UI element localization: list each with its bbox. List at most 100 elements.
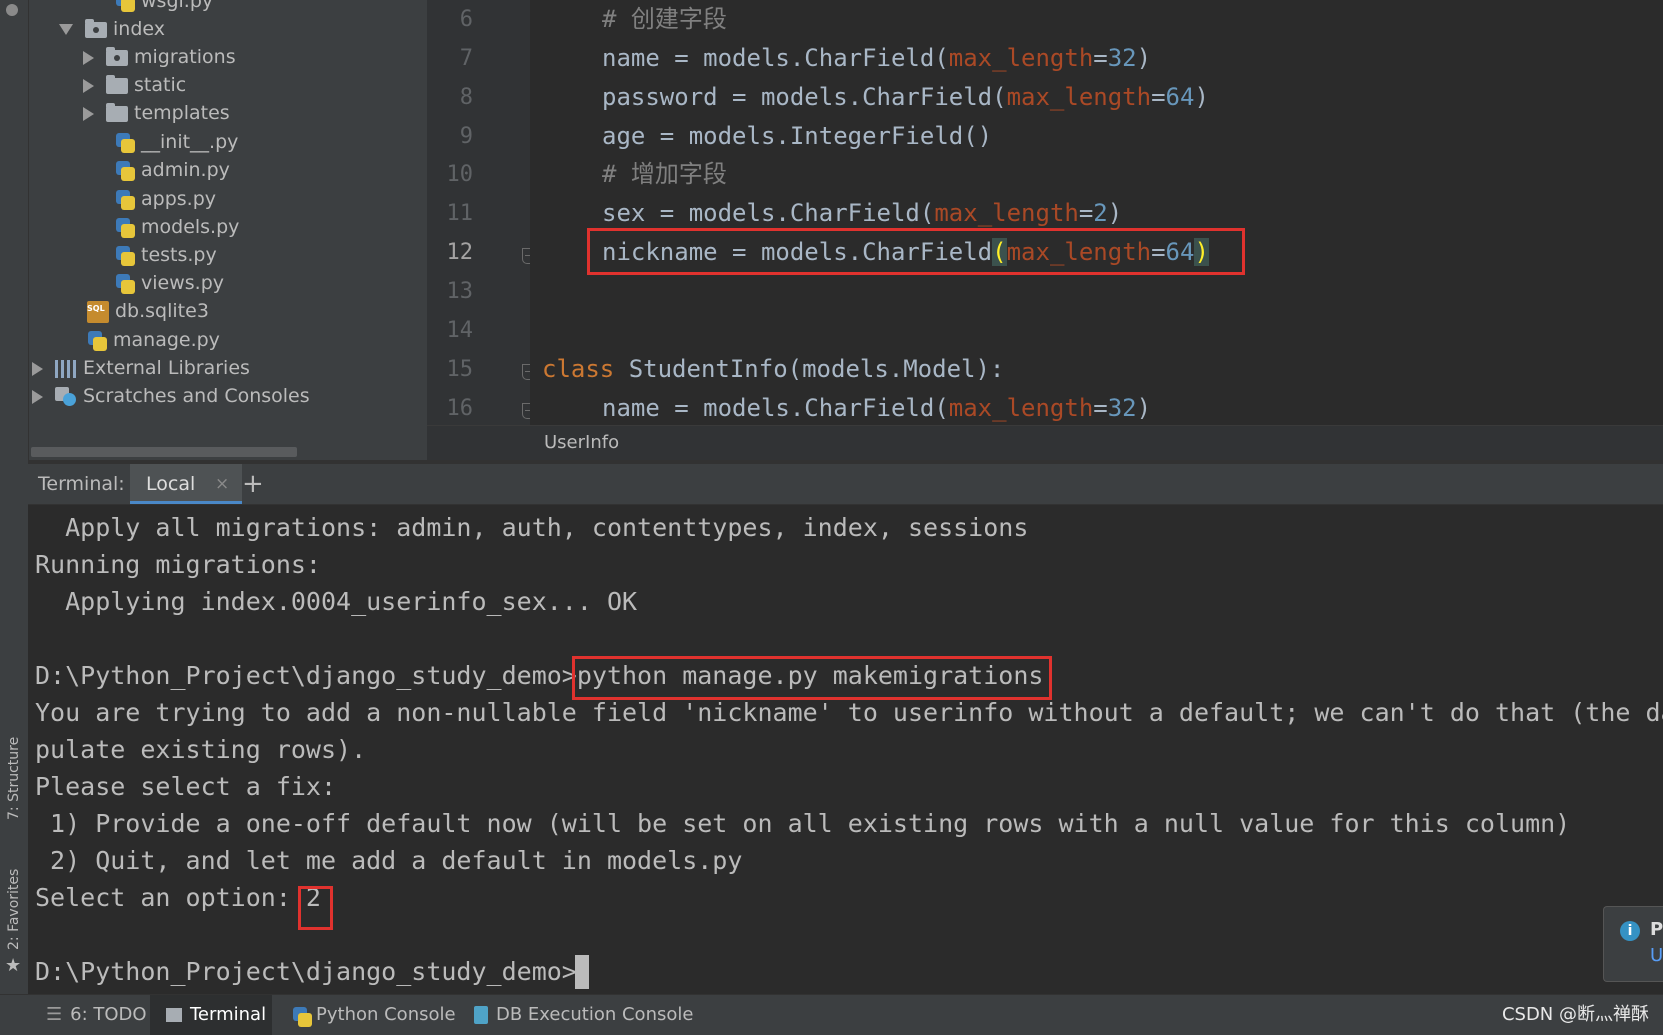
terminal-line: Running migrations:	[35, 550, 321, 579]
python-file-icon	[115, 245, 135, 267]
favorites-tab-label: 2: Favorites	[6, 868, 22, 950]
terminal-prompt-line: D:\Python_Project\django_study_demo>	[35, 957, 577, 986]
line-number: 15	[446, 357, 474, 382]
line-number: 13	[446, 279, 474, 304]
code-line-9[interactable]: age = models.IntegerField()	[602, 117, 992, 156]
db-execution-console-button[interactable]: DB Execution Console	[474, 995, 693, 1035]
favorites-tool-tab[interactable]: 2: Favorites ★	[2, 855, 26, 985]
tree-item-migrations[interactable]: migrations	[83, 42, 236, 72]
terminal-line: Apply all migrations: admin, auth, conte…	[35, 513, 1029, 542]
tree-item-admin[interactable]: admin.py	[115, 155, 230, 185]
terminal-line: Applying index.0004_userinfo_sex... OK	[35, 587, 638, 616]
terminal-line: 2) Quit, and let me add a default in mod…	[35, 846, 743, 875]
chevron-right-icon[interactable]	[83, 50, 94, 65]
terminal-line: 1) Provide a one-off default now (will b…	[35, 809, 1571, 838]
code-line-7[interactable]: name = models.CharField(max_length=32)	[602, 39, 1151, 78]
left-tool-strip: 7: Structure 2: Favorites ★	[0, 0, 29, 994]
scratches-icon	[55, 386, 77, 407]
line-number-current: 12	[446, 240, 474, 265]
notification-title: P	[1650, 919, 1663, 940]
chevron-right-icon[interactable]	[32, 389, 43, 404]
folder-icon	[106, 102, 128, 122]
python-file-icon	[87, 330, 107, 352]
tree-item-apps[interactable]: apps.py	[115, 184, 216, 214]
terminal-line: Please select a fix:	[35, 772, 337, 801]
todo-tool-button[interactable]: ☰ 6: TODO	[46, 995, 147, 1035]
list-icon: ☰	[46, 1004, 63, 1025]
code-line-6[interactable]: # 创建字段	[602, 0, 727, 39]
line-number: 6	[459, 7, 473, 32]
line-number: 16	[446, 396, 474, 421]
breadcrumb[interactable]: UserInfo	[544, 426, 619, 460]
watermark: CSDN @断灬禅酥	[1501, 1004, 1649, 1025]
line-number: 10	[446, 162, 474, 187]
project-tree-panel: wsgi.py index migrations static template…	[29, 0, 427, 460]
line-number: 11	[446, 201, 474, 226]
terminal-label: Terminal:	[38, 473, 125, 495]
notification-popup[interactable]: i P U	[1603, 906, 1663, 982]
package-folder-icon	[106, 46, 128, 66]
python-file-icon	[115, 189, 135, 211]
line-number: 8	[459, 85, 473, 110]
highlight-box-option	[298, 886, 333, 930]
library-icon	[55, 359, 77, 378]
tree-item-index[interactable]: index	[59, 14, 165, 44]
structure-tab-label: 7: Structure	[6, 736, 22, 820]
python-console-tool-button[interactable]: Python Console	[292, 995, 456, 1035]
bottom-tool-bar: ☰ 6: TODO Terminal Python Console DB Exec…	[0, 994, 1663, 1035]
line-number: 9	[459, 124, 473, 149]
python-file-icon	[115, 132, 135, 154]
terminal-line: pulate existing rows).	[35, 735, 367, 764]
terminal-cursor	[575, 955, 589, 989]
highlight-box-nickname-line	[587, 228, 1245, 275]
close-icon[interactable]: ×	[215, 464, 229, 504]
terminal-output[interactable]: Apply all migrations: admin, auth, conte…	[28, 505, 1663, 994]
tree-item-models[interactable]: models.py	[115, 212, 239, 242]
tree-item-external-libraries[interactable]: External Libraries	[32, 353, 250, 383]
tab-local[interactable]: Local ×	[130, 464, 242, 504]
code-line-16[interactable]: name = models.CharField(max_length=32)	[602, 389, 1151, 425]
database-icon	[474, 1006, 488, 1024]
structure-tool-tab[interactable]: 7: Structure	[2, 700, 26, 840]
chevron-down-icon[interactable]	[59, 24, 73, 35]
chevron-right-icon[interactable]	[83, 106, 94, 121]
code-editor[interactable]: # 创建字段 name = models.CharField(max_lengt…	[530, 0, 1663, 425]
python-file-icon	[115, 273, 135, 295]
python-file-icon	[115, 0, 135, 13]
python-icon	[292, 1006, 312, 1027]
terminal-line: Select an option: 2	[35, 883, 321, 912]
tree-item-init[interactable]: __init__.py	[115, 127, 238, 157]
chevron-right-icon[interactable]	[32, 361, 43, 376]
highlight-box-makemigrations	[572, 656, 1052, 700]
terminal-tool-button[interactable]: Terminal	[150, 995, 272, 1035]
line-number: 14	[446, 318, 474, 343]
tree-item-views[interactable]: views.py	[115, 268, 224, 298]
add-tab-icon[interactable]: +	[242, 464, 264, 504]
chevron-right-icon[interactable]	[83, 78, 94, 93]
star-icon: ★	[5, 955, 22, 976]
editor-gutter: 6 7 8 9 10 11 12 13 14 15 16	[427, 0, 530, 425]
terminal-icon	[166, 1008, 182, 1022]
tree-item-tests[interactable]: tests.py	[115, 240, 217, 270]
database-file-icon	[87, 294, 109, 324]
package-folder-icon	[85, 18, 107, 38]
tree-item-static[interactable]: static	[83, 70, 186, 100]
terminal-tab-bar: Terminal: Local × +	[28, 464, 1663, 505]
tree-item-db-sqlite3[interactable]: db.sqlite3	[87, 294, 209, 326]
line-number: 7	[459, 46, 473, 71]
folder-icon	[106, 74, 128, 94]
project-horizontal-scrollbar[interactable]	[31, 447, 297, 457]
code-line-15[interactable]: class StudentInfo(models.Model):	[542, 350, 1004, 389]
code-line-8[interactable]: password = models.CharField(max_length=6…	[602, 78, 1209, 117]
info-icon: i	[1620, 921, 1640, 941]
tree-item-manage[interactable]: manage.py	[87, 325, 220, 355]
tree-item-scratches[interactable]: Scratches and Consoles	[32, 381, 310, 411]
code-line-10[interactable]: # 增加字段	[602, 155, 727, 194]
project-tool-icon[interactable]	[2, 0, 26, 20]
tab-local-label: Local	[146, 473, 196, 495]
python-file-icon	[115, 217, 135, 239]
project-icon	[6, 4, 18, 16]
notification-link[interactable]: U	[1650, 945, 1663, 966]
editor-breadcrumb-bar: UserInfo	[427, 425, 1663, 460]
tree-item-templates[interactable]: templates	[83, 98, 230, 128]
